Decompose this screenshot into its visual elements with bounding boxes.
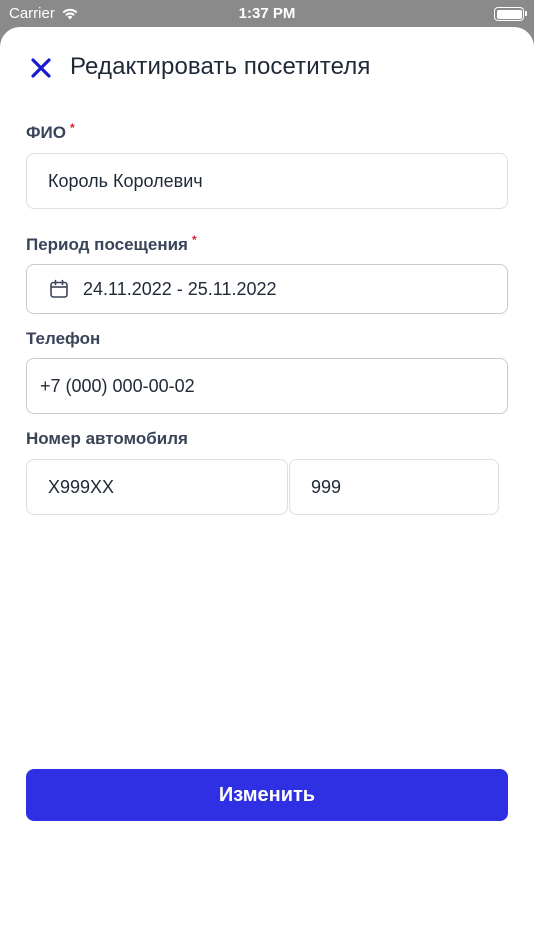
submit-button-label: Изменить	[218, 783, 316, 806]
period-label: Период посещения *	[26, 233, 197, 255]
page-title: Редактировать посетителя	[70, 53, 371, 80]
fio-label: ФИО *	[26, 121, 75, 143]
car-plate-value: Х999ХХ	[48, 476, 115, 497]
battery-icon	[494, 7, 527, 21]
close-icon	[31, 58, 51, 78]
status-bar: Carrier 1:37 PM	[0, 0, 534, 28]
submit-button[interactable]: Изменить	[26, 769, 508, 821]
period-input[interactable]: 24.11.2022 - 25.11.2022	[26, 264, 508, 314]
sheet-header: Редактировать посетителя	[0, 27, 534, 109]
phone-value: +7 (000) 000-00-02	[40, 375, 195, 396]
fio-required-mark: *	[69, 121, 75, 135]
phone-label: Телефон	[26, 329, 100, 349]
car-region-input[interactable]: 999	[289, 459, 499, 515]
fio-input[interactable]: Король Королевич	[26, 153, 508, 209]
car-region-value: 999	[311, 476, 342, 497]
car-plate-input[interactable]: Х999ХХ	[26, 459, 288, 515]
calendar-icon	[50, 279, 68, 298]
period-required-mark: *	[191, 233, 197, 247]
car-number-label: Номер автомобиля	[26, 429, 188, 449]
phone-input[interactable]: +7 (000) 000-00-02	[26, 358, 508, 414]
period-label-text: Период посещения	[26, 235, 188, 254]
period-value: 24.11.2022 - 25.11.2022	[83, 278, 277, 299]
fio-label-text: ФИО	[26, 123, 66, 142]
close-button[interactable]	[27, 54, 55, 82]
phone-label-text: Телефон	[26, 329, 101, 348]
car-number-label-text: Номер автомобиля	[26, 429, 188, 448]
edit-visitor-sheet: Редактировать посетителя ФИО * Король Кор…	[0, 27, 534, 950]
fio-value: Король Королевич	[48, 170, 203, 191]
status-time: 1:37 PM	[238, 5, 296, 22]
